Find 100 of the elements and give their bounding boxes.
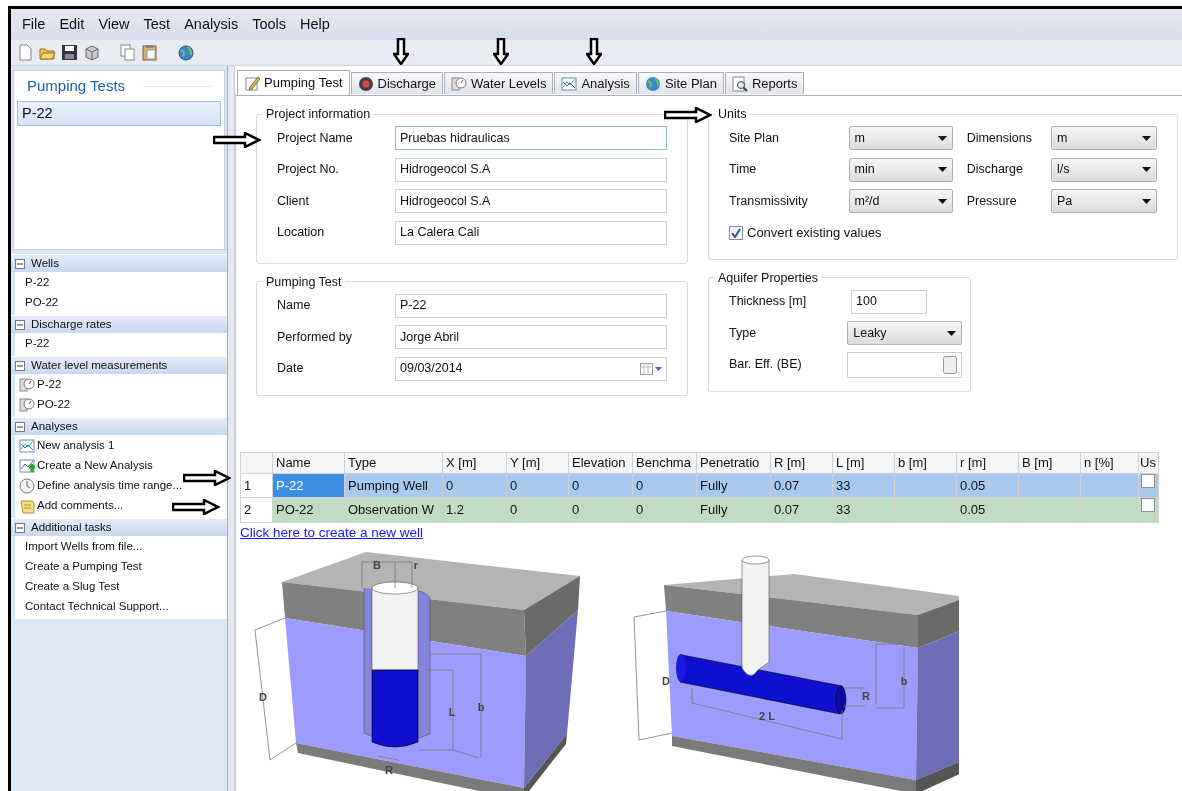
ellipsis-button-icon[interactable] — [943, 355, 957, 374]
menu-item[interactable]: File — [15, 13, 53, 36]
tab[interactable]: Discharge — [350, 72, 444, 94]
sidebar-item[interactable]: Import Wells from file... — [25, 538, 143, 556]
magnifier-icon — [731, 75, 748, 92]
menu-item[interactable]: View — [91, 13, 137, 36]
new-well-link[interactable]: Click here to create a new well — [240, 522, 424, 543]
gauge-icon — [19, 377, 35, 393]
panel-title: Pumping Tests — [26, 76, 127, 96]
column-header[interactable]: r [m] — [956, 452, 1019, 473]
section-header[interactable]: Discharge rates — [11, 315, 227, 333]
dropdown[interactable]: Pa — [1050, 189, 1157, 214]
dimension-label: L — [448, 705, 456, 718]
value-field[interactable] — [847, 351, 962, 378]
gauge-icon — [19, 397, 35, 413]
sidebar-item[interactable]: Create a New Analysis — [37, 457, 153, 475]
section-title: Wells — [31, 255, 59, 271]
tab[interactable]: Pumping Test — [237, 70, 350, 95]
tab[interactable]: Water Levels — [444, 72, 554, 94]
section-title: Analyses — [31, 418, 78, 434]
chart-icon — [561, 75, 578, 92]
caret-icon — [947, 330, 956, 336]
dimension-label: D — [259, 690, 267, 703]
caret-icon — [937, 167, 947, 173]
sidebar-item[interactable]: Create a Pumping Test — [25, 558, 142, 576]
sidebar-item[interactable]: Define analysis time range... — [37, 477, 183, 495]
dropdown[interactable]: min — [848, 157, 953, 182]
calendar-icon[interactable] — [640, 362, 662, 375]
column-header[interactable]: Penetratio — [696, 452, 771, 473]
menu-item[interactable]: Test — [136, 13, 178, 36]
sidebar-item[interactable]: P-22 — [37, 376, 62, 394]
field-label: Client — [277, 192, 310, 210]
column-header[interactable]: B [m] — [1018, 452, 1081, 473]
sidebar-item[interactable]: PO-22 — [25, 294, 59, 312]
clipboard-icon[interactable] — [141, 43, 159, 62]
section-header[interactable]: Additional tasks — [11, 518, 227, 536]
sidebar-item[interactable]: P-22 — [25, 335, 50, 353]
section-header[interactable]: Wells — [11, 254, 227, 272]
tab[interactable]: Site Plan — [637, 72, 724, 94]
pumping-test-entry[interactable]: P-22 — [17, 100, 221, 127]
dropdown[interactable]: Leaky — [847, 321, 962, 346]
tab[interactable]: Reports — [724, 72, 805, 94]
column-header[interactable]: Benchma — [632, 452, 697, 473]
menu-item[interactable]: Help — [293, 13, 337, 36]
sidebar-item[interactable]: Create a Slug Test — [25, 578, 120, 596]
section-header[interactable]: Water level measurements — [11, 356, 227, 374]
save-icon[interactable] — [61, 43, 79, 62]
text-field[interactable]: Jorge Abril — [395, 325, 667, 350]
sidebar-item[interactable]: Contact Technical Support... — [25, 598, 169, 616]
sidebar-item[interactable]: New analysis 1 — [37, 437, 115, 455]
column-header[interactable]: n [%] — [1080, 452, 1139, 473]
column-header[interactable]: Type — [344, 452, 443, 473]
column-header[interactable]: Name — [272, 452, 345, 473]
text-field[interactable]: Hidrogeocol S.A — [395, 189, 667, 214]
column-header[interactable]: X [m] — [442, 452, 507, 473]
dropdown[interactable]: m — [1050, 126, 1157, 151]
field-label: Site Plan — [729, 129, 781, 147]
sidebar-item[interactable]: PO-22 — [37, 396, 71, 414]
dropdown[interactable]: l/s — [1050, 157, 1157, 182]
text-field[interactable]: Hidrogeocol S.A — [395, 157, 667, 182]
group-title: Pumping Test — [265, 275, 343, 288]
field-label: Time — [729, 161, 758, 179]
chart-icon — [19, 438, 35, 454]
dimension-label: r — [413, 558, 419, 571]
menu-item[interactable]: Tools — [245, 13, 293, 36]
column-header[interactable]: Y [m] — [506, 452, 569, 473]
menu-item[interactable]: Edit — [52, 13, 92, 36]
field-label: Date — [277, 360, 305, 378]
section-header[interactable]: Analyses — [11, 417, 227, 435]
tab[interactable]: Analysis — [554, 72, 637, 94]
text-field[interactable]: Pruebas hidraulicas — [395, 126, 667, 151]
dimension-label: D — [662, 674, 670, 687]
table-cell: Observation W — [344, 497, 443, 522]
splitter-handle[interactable] — [228, 66, 235, 791]
row-number: 1 — [240, 473, 273, 498]
text-field[interactable]: P-22 — [395, 293, 667, 318]
column-header[interactable]: Us — [1138, 452, 1159, 473]
text-field[interactable]: La Calera Cali — [395, 220, 667, 245]
collapse-icon[interactable] — [15, 360, 25, 371]
copy-icon[interactable] — [119, 43, 137, 62]
collapse-icon[interactable] — [15, 522, 25, 533]
checkbox[interactable] — [1141, 498, 1155, 512]
checkbox[interactable] — [729, 225, 743, 240]
comments-link[interactable]: Add comments... — [37, 497, 124, 515]
globe-icon[interactable] — [177, 43, 195, 62]
sidebar-item[interactable]: P-22 — [25, 274, 50, 292]
column-header[interactable]: Elevation — [568, 452, 633, 473]
column-header[interactable]: R [m] — [770, 452, 833, 473]
document-icon[interactable] — [17, 43, 35, 62]
date-field[interactable]: 09/03/2014 — [395, 356, 667, 381]
collapse-icon[interactable] — [15, 319, 25, 330]
collapse-icon[interactable] — [15, 421, 25, 432]
collapse-icon[interactable] — [15, 258, 25, 269]
dropdown[interactable]: m²/d — [848, 189, 953, 214]
text-field[interactable]: 100 — [851, 289, 927, 314]
menu-item[interactable]: Analysis — [177, 13, 246, 36]
dropdown[interactable]: m — [848, 126, 953, 151]
column-header[interactable]: L [m] — [832, 452, 895, 473]
column-header[interactable]: b [m] — [894, 452, 957, 473]
table-cell: Pumping Well — [344, 473, 443, 498]
